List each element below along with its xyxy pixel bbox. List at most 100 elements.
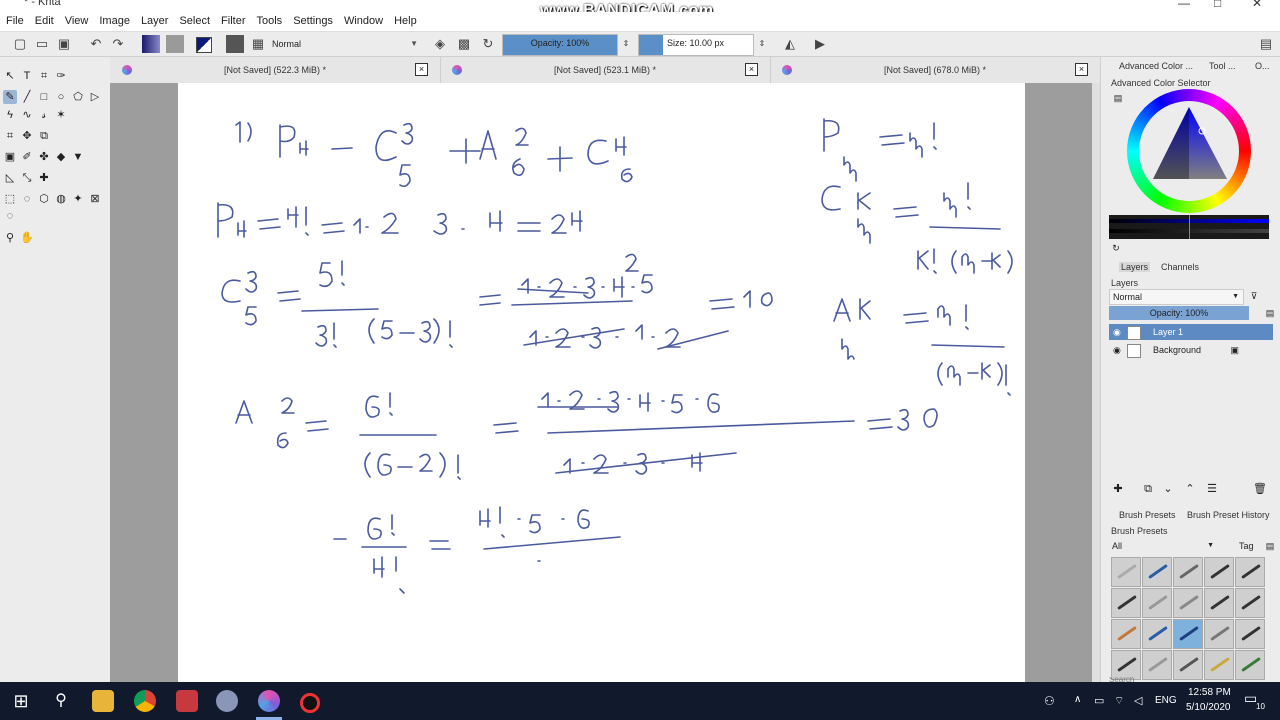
select-shapes-icon[interactable]: ↖ (3, 69, 17, 83)
brush-preset[interactable] (1204, 557, 1234, 587)
rect-select-icon[interactable]: ⬚ (3, 192, 17, 206)
multibrush-icon[interactable]: ✶ (54, 108, 68, 122)
open-folder-icon[interactable]: ▭ (34, 36, 50, 52)
polyline-tool-icon[interactable]: ▷ (88, 90, 102, 104)
blend-mode-select[interactable]: Normal ▼ (272, 36, 422, 52)
bandicam-icon[interactable] (300, 693, 320, 713)
tab-brush-preset-history[interactable]: Brush Preset History (1187, 510, 1270, 520)
workspace-icon[interactable]: ▤ (1258, 36, 1274, 52)
brush-preset[interactable] (1235, 557, 1265, 587)
brush-preset[interactable] (1142, 557, 1172, 587)
delete-layer-icon[interactable]: 🗑 (1253, 482, 1267, 496)
alpha-lock-icon[interactable]: ▩ (456, 36, 472, 52)
opacity-stepper[interactable]: ⇕ (618, 36, 634, 52)
brush-preset-icon[interactable] (226, 35, 244, 53)
menu-tools[interactable]: Tools (251, 12, 288, 27)
edit-shapes-icon[interactable]: ⌗ (37, 69, 51, 83)
search-icon[interactable]: ⚲ (50, 690, 72, 712)
filter-icon[interactable]: ⊽ (1247, 289, 1261, 303)
save-icon[interactable]: ▣ (56, 36, 72, 52)
gradient-selector[interactable] (142, 35, 160, 53)
brush-preset[interactable] (1235, 588, 1265, 618)
bezier-select-icon[interactable]: ◌ (3, 209, 17, 223)
network-icon[interactable]: ⌔ (1114, 694, 1124, 708)
layer-menu-icon[interactable]: ☰ (1205, 482, 1219, 496)
grid-icon[interactable]: ▦ (250, 36, 266, 52)
chrome-icon[interactable] (134, 690, 156, 712)
polygon-tool-icon[interactable]: ⬠ (71, 90, 85, 104)
tab-brush-presets[interactable]: Brush Presets (1119, 510, 1176, 520)
reference-tool-icon[interactable]: ✚ (37, 171, 51, 185)
text-tool-icon[interactable]: T (20, 69, 34, 83)
opacity-slider[interactable]: Opacity: 100% (502, 34, 618, 56)
calligraphy-icon[interactable]: ✑ (54, 69, 68, 83)
canvas-paper[interactable] (178, 83, 1025, 683)
color-history-bar[interactable] (1109, 215, 1269, 239)
app-icon[interactable] (216, 690, 238, 712)
brush-preset[interactable] (1173, 557, 1203, 587)
menu-select[interactable]: Select (173, 12, 215, 27)
polygon-select-icon[interactable]: ⬡ (37, 192, 51, 206)
brush-preset[interactable] (1173, 588, 1203, 618)
brush-preset[interactable] (1204, 650, 1234, 680)
undo-icon[interactable]: ↶ (88, 36, 104, 52)
battery-icon[interactable]: ▭ (1094, 694, 1104, 707)
layer-blend-select[interactable]: Normal ▼ (1109, 289, 1244, 305)
tab-layers[interactable]: Layers (1119, 262, 1151, 272)
smart-patch-icon[interactable]: ✤ (37, 150, 51, 164)
layer-opacity-slider[interactable]: Opacity: 100% (1109, 306, 1249, 320)
zoom-tool-icon[interactable]: ⚲ (3, 231, 17, 245)
freehand-path-icon[interactable]: ∿ (20, 108, 34, 122)
tab-channels[interactable]: Channels (1161, 262, 1199, 272)
menu-view[interactable]: View (59, 12, 94, 27)
new-document-icon[interactable]: ▢ (12, 36, 28, 52)
document-tab-1[interactable]: [Not Saved] (522.3 MiB) * × (110, 57, 441, 83)
document-tab-3[interactable]: [Not Saved] (678.0 MiB) * × (770, 57, 1101, 83)
add-layer-icon[interactable]: ✚ (1111, 482, 1125, 496)
tab-overview[interactable]: O... (1255, 61, 1270, 71)
freehand-brush-icon[interactable]: ✎ (3, 90, 17, 104)
close-tab-icon[interactable]: × (745, 63, 758, 76)
brush-preset[interactable] (1204, 619, 1234, 649)
color-picker-icon[interactable]: ✐ (20, 150, 34, 164)
brush-preset[interactable] (1204, 588, 1234, 618)
brush-preset[interactable] (1235, 650, 1265, 680)
measure-tool-icon[interactable]: ◺ (3, 171, 17, 185)
document-tab-2[interactable]: [Not Saved] (523.1 MiB) * × (440, 57, 771, 83)
bucket-icon[interactable]: ▼ (71, 150, 85, 164)
file-explorer-icon[interactable] (92, 690, 114, 712)
bezier-tool-icon[interactable]: ϟ (3, 108, 17, 122)
canvas-area[interactable] (110, 83, 1092, 683)
windows-start-icon[interactable]: ⊞ (10, 690, 32, 712)
volume-icon[interactable]: ◁ (1134, 694, 1142, 707)
layer-row[interactable]: ◉ Background ▣ (1109, 342, 1273, 358)
visibility-icon[interactable]: ◉ (1113, 342, 1121, 358)
eraser-icon[interactable]: ◈ (432, 36, 448, 52)
minimize-button[interactable]: — (1178, 0, 1190, 10)
assistant-tool-icon[interactable]: ⤡ (20, 171, 34, 185)
brush-tag-select[interactable]: Tag (1239, 541, 1254, 551)
refresh-icon[interactable]: ↻ (1109, 241, 1123, 255)
brush-preset-selected[interactable] (1173, 619, 1203, 649)
menu-layer[interactable]: Layer (135, 12, 174, 27)
ellipse-select-icon[interactable]: ◌ (20, 192, 34, 206)
clock-time[interactable]: 12:58 PM (1188, 687, 1231, 698)
menu-window[interactable]: Window (338, 12, 388, 27)
redo-icon[interactable]: ↷ (110, 36, 126, 52)
tab-tool-options[interactable]: Tool ... (1209, 61, 1236, 71)
fg-bg-color-icon[interactable] (196, 37, 212, 53)
pattern-selector[interactable] (166, 35, 184, 53)
size-stepper[interactable]: ⇕ (754, 36, 770, 52)
brush-view-icon[interactable]: ▤ (1263, 539, 1277, 553)
brush-preset[interactable] (1111, 619, 1141, 649)
contiguous-select-icon[interactable]: ✦ (71, 192, 85, 206)
krita-taskbar-icon[interactable] (258, 690, 280, 712)
maximize-button[interactable]: □ (1214, 0, 1221, 10)
line-tool-icon[interactable]: ╱ (20, 90, 34, 104)
menu-settings[interactable]: Settings (287, 12, 338, 27)
menu-help[interactable]: Help (388, 12, 422, 27)
brush-preset[interactable] (1142, 650, 1172, 680)
lock-icon[interactable]: ▣ (1230, 342, 1239, 358)
freehand-select-icon[interactable]: ◍ (54, 192, 68, 206)
duplicate-layer-icon[interactable]: ⧉ (1141, 482, 1155, 496)
